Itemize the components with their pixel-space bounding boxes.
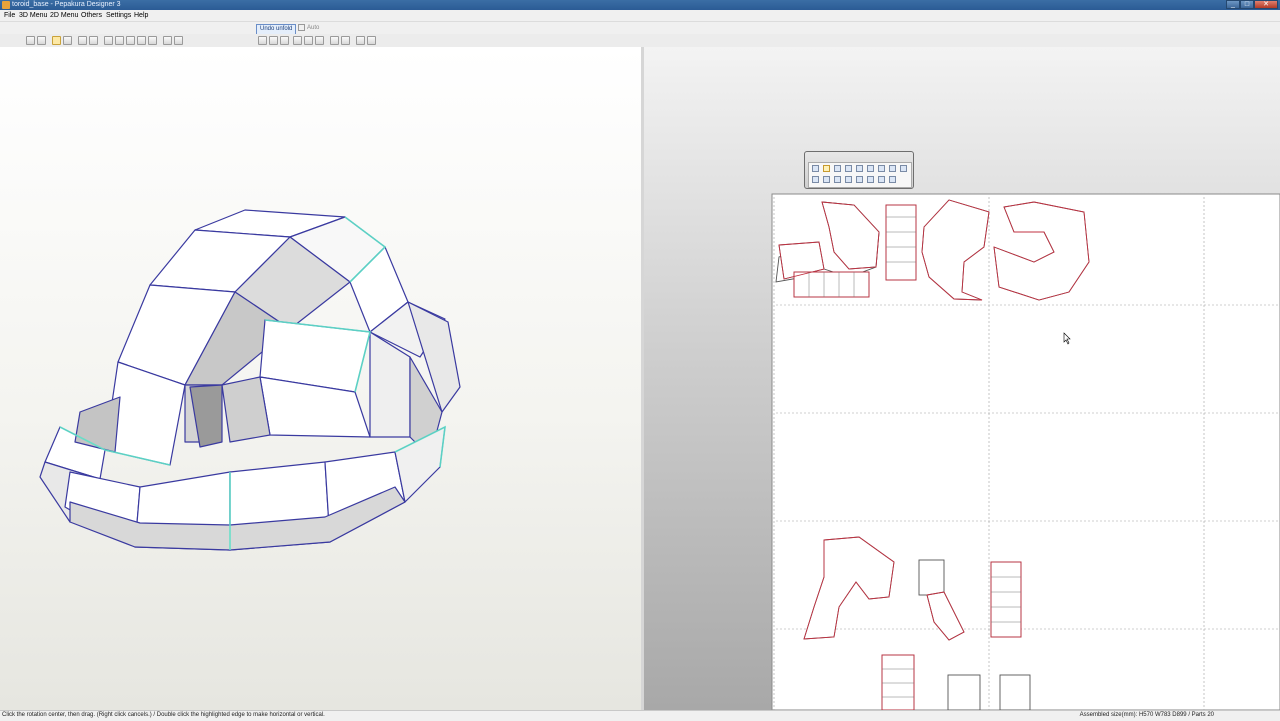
menu-others[interactable]: Others: [81, 12, 102, 19]
scale-icon[interactable]: [823, 176, 830, 183]
menu-help[interactable]: Help: [134, 12, 148, 19]
tool-palette-body: [808, 162, 912, 188]
auto-label: Auto: [307, 25, 320, 32]
view-3d[interactable]: [0, 47, 642, 710]
move-icon[interactable]: [834, 165, 841, 172]
menu-2d[interactable]: 2D Menu: [50, 12, 78, 19]
grid-icon[interactable]: [367, 36, 376, 45]
tool-palette-2d[interactable]: [804, 151, 914, 189]
select-icon[interactable]: [823, 165, 830, 172]
settings-icon[interactable]: [878, 176, 885, 183]
status-bar: Click the rotation center, then drag. (R…: [0, 710, 1280, 721]
align-icon[interactable]: [834, 176, 841, 183]
edge-icon[interactable]: [104, 36, 113, 45]
zoom-icon[interactable]: [812, 165, 819, 172]
view-icon[interactable]: [148, 36, 157, 45]
rotate-icon[interactable]: [812, 176, 819, 183]
open-icon[interactable]: [26, 36, 35, 45]
toroid-3d-model[interactable]: [0, 47, 641, 710]
rotate-left-icon[interactable]: [330, 36, 339, 45]
select-icon[interactable]: [137, 36, 146, 45]
grid-icon[interactable]: [356, 36, 365, 45]
align-top-icon[interactable]: [293, 36, 302, 45]
close-button[interactable]: ✕: [1254, 0, 1278, 9]
view-2d[interactable]: [644, 47, 1280, 710]
menu-bar: File 3D Menu 2D Menu Others Settings Hel…: [0, 10, 1280, 22]
rotate-icon[interactable]: [52, 36, 61, 45]
menu-icon[interactable]: [889, 176, 896, 183]
window-title: toroid_base - Pepakura Designer 3: [12, 1, 121, 8]
toolbar-top: [0, 22, 1280, 34]
align-left-icon[interactable]: [258, 36, 267, 45]
edge-icon[interactable]: [867, 165, 874, 172]
auto-toggle[interactable]: Auto: [298, 24, 319, 33]
align-center-icon[interactable]: [269, 36, 278, 45]
menu-3d[interactable]: 3D Menu: [19, 12, 47, 19]
title-bar: toroid_base - Pepakura Designer 3 _ □ ✕: [0, 0, 1280, 10]
save-icon[interactable]: [37, 36, 46, 45]
group-icon[interactable]: [856, 176, 863, 183]
status-assembled-size: Assembled size(mm): H570 W783 D899 / Par…: [1079, 712, 1214, 718]
join-icon[interactable]: [115, 36, 124, 45]
rotate-right-icon[interactable]: [341, 36, 350, 45]
move-icon[interactable]: [63, 36, 72, 45]
layer-icon[interactable]: [867, 176, 874, 183]
toolbar-main: [0, 34, 1280, 48]
fit-icon[interactable]: [89, 36, 98, 45]
join-icon[interactable]: [856, 165, 863, 172]
align-middle-icon[interactable]: [304, 36, 313, 45]
box-icon[interactable]: [174, 36, 183, 45]
align-bottom-icon[interactable]: [315, 36, 324, 45]
menu-settings[interactable]: Settings: [106, 12, 131, 19]
image-icon[interactable]: [889, 165, 896, 172]
split-icon[interactable]: [126, 36, 135, 45]
auto-checkbox[interactable]: [298, 24, 305, 31]
unfold-sheet[interactable]: [644, 47, 1280, 710]
align-right-icon[interactable]: [280, 36, 289, 45]
app-icon: [2, 1, 10, 9]
distribute-icon[interactable]: [845, 176, 852, 183]
maximize-button[interactable]: □: [1240, 0, 1254, 9]
minimize-button[interactable]: _: [1226, 0, 1240, 9]
status-hint: Click the rotation center, then drag. (R…: [2, 712, 325, 718]
undo-icon[interactable]: [900, 165, 907, 172]
text-icon[interactable]: [878, 165, 885, 172]
flip-icon[interactable]: [845, 165, 852, 172]
menu-file[interactable]: File: [4, 12, 15, 19]
box-icon[interactable]: [163, 36, 172, 45]
zoom-icon[interactable]: [78, 36, 87, 45]
